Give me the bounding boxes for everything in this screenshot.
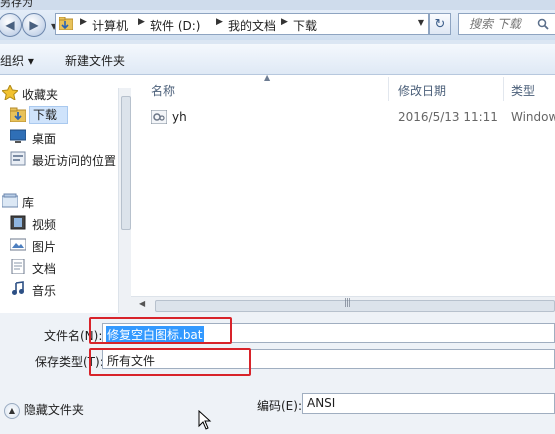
- sidebar-item-recent-places[interactable]: 最近访问的位置: [0, 149, 118, 169]
- breadcrumb-downloads[interactable]: 下载: [293, 17, 317, 34]
- breadcrumb-drive[interactable]: 软件 (D:): [150, 17, 200, 34]
- sidebar-item-label: 最近访问的位置: [32, 154, 117, 168]
- column-header-type[interactable]: 类型: [511, 82, 535, 99]
- scrollbar-thumb[interactable]: [121, 96, 131, 230]
- save-options-panel: 文件名(N): 修复空白图标.bat 保存类型(T): 所有文件 ▲ 隐藏文件夹…: [0, 313, 555, 434]
- navigation-pane: 收藏夹 下载 桌面 最近访问的位置 库 视频 图片 文档 音乐: [0, 75, 131, 313]
- refresh-icon: ↻: [434, 16, 446, 32]
- sidebar-item-desktop[interactable]: 桌面: [0, 127, 118, 147]
- highlight-box: [89, 348, 251, 376]
- sidebar-item-downloads[interactable]: 下载: [0, 105, 118, 125]
- breadcrumb-separator-icon: ▶: [80, 17, 87, 27]
- video-icon: [10, 215, 26, 230]
- column-header-modified[interactable]: 修改日期: [398, 82, 446, 99]
- sidebar-item-favorites[interactable]: 收藏夹: [0, 83, 118, 103]
- chevron-up-icon: ▲: [4, 402, 20, 419]
- forward-arrow-icon: ▶: [29, 18, 39, 32]
- encoding-value: ANSI: [307, 396, 336, 410]
- window-title-bar: 另存为: [0, 0, 555, 10]
- sort-ascending-icon: ▲: [264, 73, 271, 82]
- folder-icon: [59, 17, 73, 30]
- breadcrumb-separator-icon[interactable]: ▶: [216, 17, 223, 27]
- hide-folders-label: 隐藏文件夹: [23, 403, 84, 417]
- sidebar-item-label: 库: [22, 196, 35, 210]
- file-type: Window: [511, 110, 555, 124]
- download-folder-icon: [10, 107, 26, 122]
- list-item[interactable]: yh 2016/5/13 11:11 Window: [149, 108, 555, 128]
- breadcrumb-separator-icon[interactable]: ▶: [281, 17, 288, 27]
- sidebar-item-label: 音乐: [32, 284, 57, 298]
- search-box[interactable]: [458, 13, 555, 35]
- navigation-pane-scrollbar[interactable]: [118, 88, 132, 313]
- organize-button[interactable]: 组织 ▾: [0, 52, 34, 69]
- window-title: 另存为: [0, 0, 33, 9]
- sidebar-item-label: 图片: [32, 240, 57, 254]
- mouse-cursor-icon: [198, 410, 212, 430]
- sidebar-item-videos[interactable]: 视频: [0, 213, 118, 233]
- grip-icon: |||: [344, 298, 351, 308]
- document-icon: [11, 259, 25, 274]
- library-icon: [2, 193, 18, 208]
- breadcrumb-documents[interactable]: 我的文档: [228, 17, 276, 34]
- sidebar-item-label: 视频: [32, 218, 57, 232]
- music-icon: [12, 281, 24, 295]
- encoding-label: 编码(E):: [257, 399, 302, 413]
- sidebar-item-label: 桌面: [32, 132, 57, 146]
- search-icon: [537, 18, 549, 30]
- highlight-box: [89, 317, 232, 344]
- hide-folders-button[interactable]: ▲ 隐藏文件夹: [4, 401, 84, 419]
- file-list-horizontal-scrollbar[interactable]: ◀ |||: [131, 296, 555, 314]
- search-input[interactable]: [467, 16, 541, 32]
- picture-icon: [10, 238, 26, 251]
- sidebar-item-libraries[interactable]: 库: [0, 191, 118, 211]
- file-modified-date: 2016/5/13 11:11: [398, 110, 498, 124]
- refresh-button[interactable]: ↻: [429, 13, 451, 35]
- sidebar-item-documents[interactable]: 文档: [0, 257, 118, 277]
- encoding-select[interactable]: ANSI: [302, 393, 555, 414]
- breadcrumb-computer[interactable]: 计算机: [92, 17, 128, 34]
- address-bar[interactable]: ▶ 计算机 ▶ 软件 (D:) ▶ 我的文档 ▶ 下载 ▼: [55, 13, 429, 35]
- back-arrow-icon: ◀: [5, 18, 15, 32]
- column-header-name[interactable]: 名称: [151, 82, 175, 99]
- forward-button[interactable]: ▶: [22, 13, 46, 37]
- scrollbar-thumb[interactable]: |||: [155, 298, 555, 312]
- sidebar-item-music[interactable]: 音乐: [0, 279, 118, 299]
- desktop-icon: [10, 129, 26, 143]
- file-list: ▲ 名称 修改日期 类型 yh 2016/5/13 11:11 Window: [131, 73, 555, 313]
- batch-file-icon: [151, 110, 167, 124]
- sidebar-item-label: 文档: [32, 262, 57, 276]
- sidebar-item-label: 下载: [29, 106, 69, 124]
- breadcrumb-separator-icon[interactable]: ▶: [138, 17, 145, 27]
- star-icon: [2, 85, 18, 100]
- address-dropdown-icon[interactable]: ▼: [418, 18, 424, 27]
- recent-places-icon: [10, 151, 26, 166]
- new-folder-button[interactable]: 新建文件夹: [65, 52, 125, 69]
- scroll-left-icon[interactable]: ◀: [139, 299, 145, 308]
- column-divider[interactable]: [388, 77, 389, 101]
- column-divider[interactable]: [503, 77, 504, 101]
- file-name: yh: [172, 110, 187, 124]
- sidebar-item-pictures[interactable]: 图片: [0, 235, 118, 255]
- sidebar-item-label: 收藏夹: [22, 88, 59, 102]
